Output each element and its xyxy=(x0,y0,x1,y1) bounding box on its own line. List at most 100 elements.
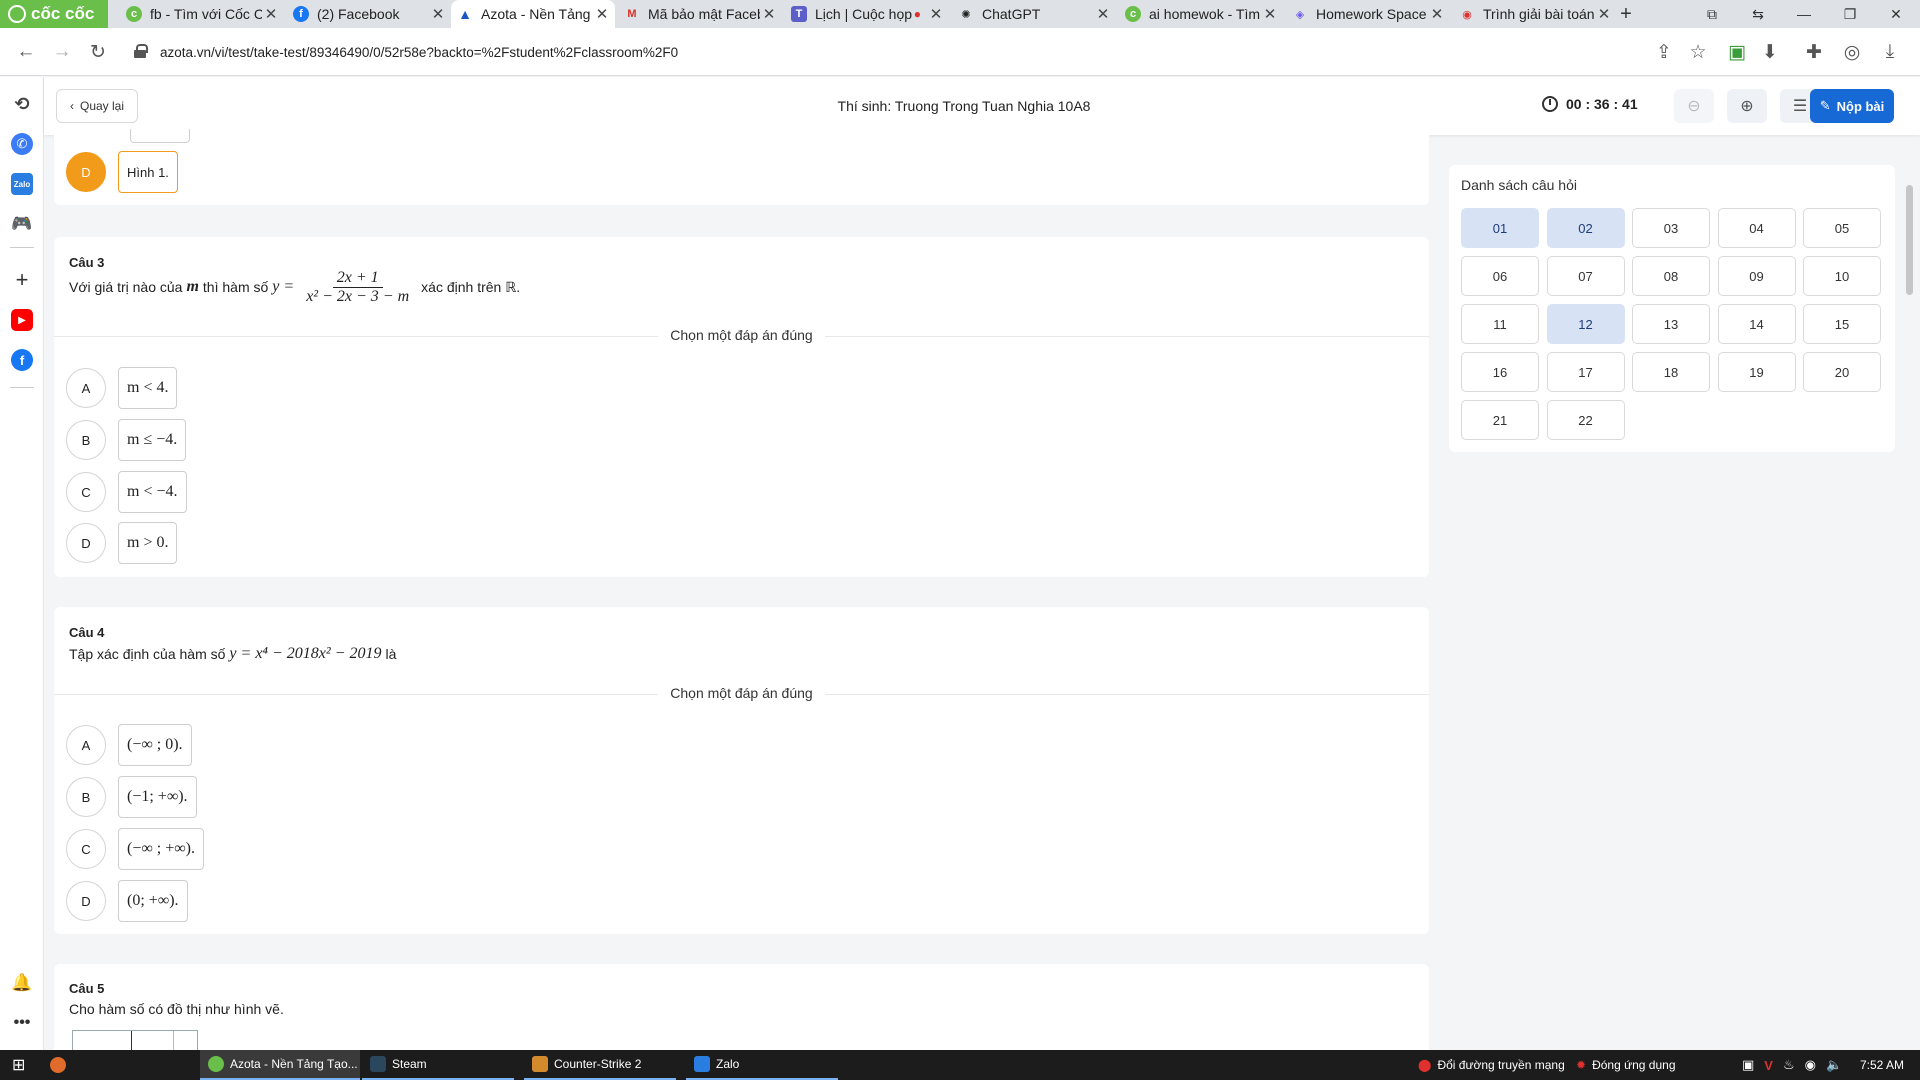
close-icon[interactable]: ✕ xyxy=(760,5,778,23)
option-letter[interactable]: B xyxy=(66,777,106,817)
tab-fb-search[interactable]: c fb - Tìm với Cốc Cốc ✕ xyxy=(120,0,284,28)
back-arrow-icon[interactable]: ← xyxy=(14,40,38,64)
option-content[interactable]: (−1; +∞). xyxy=(118,776,197,818)
answer-option-c[interactable]: C m < −4. xyxy=(66,471,187,513)
taskbar-item-steam[interactable]: Steam xyxy=(362,1050,514,1080)
option-letter[interactable]: A xyxy=(66,368,106,408)
tab-chatgpt[interactable]: ✺ ChatGPT ✕ xyxy=(952,0,1116,28)
question-nav-button[interactable]: 17 xyxy=(1546,352,1625,392)
taskbar-item-zalo[interactable]: Zalo xyxy=(686,1050,838,1080)
option-letter[interactable]: B xyxy=(66,420,106,460)
answer-option-d[interactable]: D (0; +∞). xyxy=(66,880,188,922)
zalo-icon[interactable]: Zalo xyxy=(11,173,33,195)
question-nav-button[interactable]: 09 xyxy=(1717,256,1796,296)
question-nav-button[interactable]: 05 xyxy=(1803,208,1881,248)
tray-steam-icon[interactable]: ♨ xyxy=(1783,1057,1795,1073)
tray-app-icon[interactable]: ▣ xyxy=(1742,1057,1754,1073)
tab-homework-space[interactable]: ◈ Homework Space ✕ xyxy=(1286,0,1450,28)
option-letter[interactable]: D xyxy=(66,523,106,563)
option-content[interactable]: (−∞ ; 0). xyxy=(118,724,192,766)
answer-option-d[interactable]: D Hình 1. xyxy=(66,151,178,193)
taskbar-item-cs2[interactable]: Counter-Strike 2 xyxy=(524,1050,676,1080)
tray-v-icon[interactable]: V xyxy=(1764,1058,1773,1073)
tab-teams[interactable]: T Lịch | Cuộc họp ● ✕ xyxy=(785,0,949,28)
tab-gmail[interactable]: M Mã bảo mật Facebook ✕ xyxy=(618,0,782,28)
youtube-icon[interactable]: ▶ xyxy=(11,309,33,331)
option-content[interactable]: m > 0. xyxy=(118,522,178,564)
volume-icon[interactable]: 🔈 xyxy=(1826,1057,1842,1073)
window-close-icon[interactable]: ✕ xyxy=(1878,0,1914,28)
tray-coccoc-icon[interactable]: ◉ xyxy=(1805,1057,1816,1073)
new-tab-icon[interactable]: + xyxy=(1608,0,1644,28)
taskbar-clock[interactable]: 7:52 AM xyxy=(1852,1050,1904,1080)
extension-badge-icon[interactable]: ▣ xyxy=(1725,40,1749,64)
option-letter[interactable]: C xyxy=(66,472,106,512)
network-switch-notice[interactable]: ⬤ Đổi đường truyền mạng xyxy=(1410,1050,1565,1080)
address-bar[interactable]: azota.vn/vi/test/take-test/89346490/0/52… xyxy=(124,36,1624,68)
question-nav-button[interactable]: 22 xyxy=(1546,400,1625,440)
option-letter[interactable]: D xyxy=(66,881,106,921)
question-nav-button[interactable]: 19 xyxy=(1717,352,1796,392)
close-icon[interactable]: ✕ xyxy=(1428,5,1446,23)
downloads-icon[interactable]: ⤓ xyxy=(1878,40,1902,64)
share-icon[interactable]: ⇪ xyxy=(1652,40,1676,64)
answer-option-b[interactable]: B m ≤ −4. xyxy=(66,419,187,461)
question-nav-button[interactable]: 02 xyxy=(1546,208,1625,248)
profile-icon[interactable]: ◎ xyxy=(1840,40,1864,64)
minimize-icon[interactable]: — xyxy=(1786,0,1822,28)
tab-ai-homework[interactable]: c ai homewok - Tìm ✕ xyxy=(1119,0,1283,28)
option-content[interactable]: m < −4. xyxy=(118,471,187,513)
close-icon[interactable]: ✕ xyxy=(1261,5,1279,23)
question-nav-button[interactable]: 08 xyxy=(1632,256,1710,296)
page-scrollbar[interactable] xyxy=(1906,185,1913,295)
question-nav-button[interactable]: 11 xyxy=(1461,304,1539,344)
zoom-in-button[interactable]: ⊕ xyxy=(1727,89,1767,123)
question-nav-button[interactable]: 10 xyxy=(1803,256,1881,296)
answer-option-a[interactable]: A m < 4. xyxy=(66,367,178,409)
question-nav-button[interactable]: 04 xyxy=(1717,208,1796,248)
question-nav-button[interactable]: 14 xyxy=(1717,304,1796,344)
game-controller-icon[interactable]: 🎮 xyxy=(11,213,33,235)
question-nav-button[interactable]: 03 xyxy=(1632,208,1710,248)
forward-arrow-icon[interactable]: → xyxy=(50,40,74,64)
close-icon[interactable]: ✕ xyxy=(1094,5,1112,23)
add-icon[interactable]: + xyxy=(11,267,33,292)
close-icon[interactable]: ✕ xyxy=(262,5,280,23)
tab-facebook[interactable]: f (2) Facebook ✕ xyxy=(287,0,451,28)
close-icon[interactable]: ✕ xyxy=(593,5,611,23)
facebook-icon[interactable]: f xyxy=(11,349,33,371)
answer-option-b[interactable]: B (−1; +∞). xyxy=(66,776,197,818)
more-icon[interactable]: ••• xyxy=(11,1012,33,1034)
coccoc-brand[interactable]: cốc cốc xyxy=(0,0,108,28)
windows-start-icon[interactable]: ⊞ xyxy=(4,1050,36,1080)
extensions-puzzle-icon[interactable]: ✚ xyxy=(1802,40,1826,64)
restore-icon[interactable]: ❐ xyxy=(1832,0,1868,28)
option-letter[interactable]: C xyxy=(66,829,106,869)
option-letter-selected[interactable]: D xyxy=(66,152,106,192)
zoom-out-button[interactable]: ⊖ xyxy=(1674,89,1714,123)
sidebar-toggle-icon[interactable]: ⇆ xyxy=(1740,0,1776,28)
option-content[interactable]: m ≤ −4. xyxy=(118,419,187,461)
answer-option-c[interactable]: C (−∞ ; +∞). xyxy=(66,828,204,870)
answer-option-d[interactable]: D m > 0. xyxy=(66,522,178,564)
taskbar-item-azota[interactable]: Azota - Nền Tảng Tạo... xyxy=(200,1050,360,1080)
question-nav-button[interactable]: 13 xyxy=(1632,304,1710,344)
question-nav-button[interactable]: 15 xyxy=(1803,304,1881,344)
question-nav-button[interactable]: 21 xyxy=(1461,400,1539,440)
submit-button[interactable]: ✎ Nộp bài xyxy=(1810,89,1894,123)
close-icon[interactable]: ✕ xyxy=(429,5,447,23)
reload-icon[interactable]: ↻ xyxy=(86,40,110,64)
tab-azota[interactable]: ▲ Azota - Nền Tảng Tạo ✕ xyxy=(451,0,615,28)
close-icon[interactable]: ✕ xyxy=(927,5,945,23)
option-content[interactable]: (0; +∞). xyxy=(118,880,188,922)
question-nav-button[interactable]: 18 xyxy=(1632,352,1710,392)
download-save-icon[interactable]: ⬇ xyxy=(1758,40,1782,64)
question-nav-button[interactable]: 01 xyxy=(1461,208,1539,248)
coccoc-taskbar-icon[interactable] xyxy=(42,1050,74,1080)
close-app-notice[interactable]: ✹ Đóng ứng dụng xyxy=(1568,1050,1676,1080)
answer-option-a[interactable]: A (−∞ ; 0). xyxy=(66,724,192,766)
tab-solver[interactable]: ◉ Trình giải bài toán ✕ xyxy=(1453,0,1617,28)
question-nav-button[interactable]: 20 xyxy=(1803,352,1881,392)
option-content[interactable]: (−∞ ; +∞). xyxy=(118,828,204,870)
option-content[interactable]: m < 4. xyxy=(118,367,178,409)
